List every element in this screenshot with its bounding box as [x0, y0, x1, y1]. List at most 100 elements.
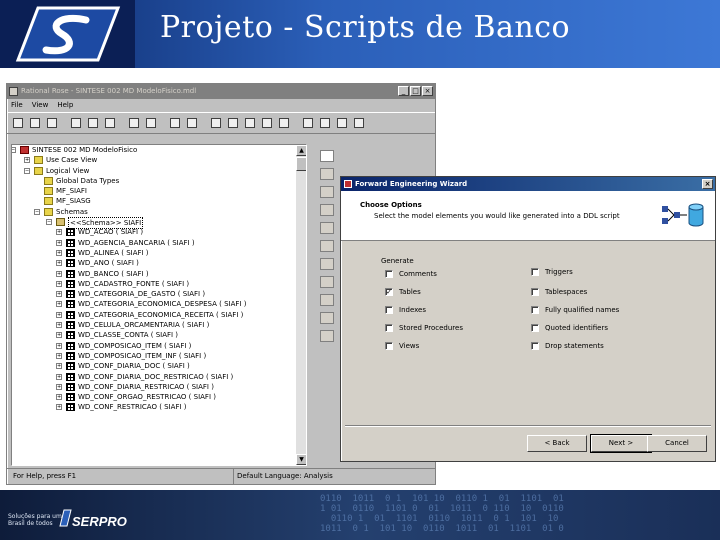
expand-icon[interactable]: +: [56, 352, 62, 359]
expand-icon[interactable]: +: [56, 404, 62, 411]
expand-icon[interactable]: +: [24, 157, 30, 164]
tree-item-global-data-types[interactable]: Global Data Types: [12, 176, 306, 186]
paste-button[interactable]: [103, 116, 117, 130]
close-button[interactable]: ×: [422, 86, 433, 96]
tree-item-table[interactable]: + WD_CONF_DIARIA_DOC ( SIAFI ): [12, 361, 306, 371]
expand-icon[interactable]: +: [56, 383, 62, 390]
tree-item-table[interactable]: + WD_CATEGORIA_DE_GASTO ( SIAFI ): [12, 289, 306, 299]
menu-view[interactable]: View: [32, 99, 49, 112]
option-stored-procedures[interactable]: Stored Procedures: [385, 322, 463, 334]
anchor-tool-icon[interactable]: [320, 204, 334, 216]
domain-tool-icon[interactable]: [320, 330, 334, 342]
tree-item-table[interactable]: + WD_BANCO ( SIAFI ): [12, 269, 306, 279]
browse-previous-button[interactable]: [277, 116, 291, 130]
expand-icon[interactable]: +: [56, 322, 62, 329]
expand-icon[interactable]: +: [56, 311, 62, 318]
expand-icon[interactable]: +: [56, 332, 62, 339]
option-comments[interactable]: Comments: [385, 268, 437, 280]
relationship-tool-icon[interactable]: [320, 276, 334, 288]
context-help-button[interactable]: [144, 116, 158, 130]
expand-icon[interactable]: +: [56, 394, 62, 401]
text-tool-icon[interactable]: [320, 168, 334, 180]
option-fully-qualified-names[interactable]: Fully qualified names: [531, 304, 619, 316]
tree-item-table[interactable]: + WD_ACAO ( SIAFI ): [12, 227, 306, 237]
zoom-in-button[interactable]: [301, 116, 315, 130]
option-views[interactable]: Views: [385, 340, 419, 352]
drop-statements-checkbox[interactable]: [531, 342, 539, 350]
collapse-icon[interactable]: −: [12, 147, 16, 153]
expand-icon[interactable]: +: [56, 239, 62, 246]
identifying-relationship-tool-icon[interactable]: [320, 294, 334, 306]
browse-interaction-button[interactable]: [209, 116, 223, 130]
new-button[interactable]: [11, 116, 25, 130]
table-tool-icon[interactable]: [320, 240, 334, 252]
expand-icon[interactable]: +: [56, 260, 62, 267]
option-tables[interactable]: ✓ Tables: [385, 286, 421, 298]
indexes-checkbox[interactable]: [385, 306, 393, 314]
browser-tree[interactable]: − SINTESE 002 MD ModeloFisico + Use Case Vi…: [11, 144, 307, 466]
tree-item-table[interactable]: + WD_CLASSE_CONTA ( SIAFI ): [12, 330, 306, 340]
collapse-icon[interactable]: −: [46, 219, 52, 226]
expand-icon[interactable]: +: [56, 301, 62, 308]
tree-item-table[interactable]: + WD_ALINEA ( SIAFI ): [12, 248, 306, 258]
tree-item-schemas[interactable]: − Schemas: [12, 207, 306, 217]
expand-icon[interactable]: +: [56, 342, 62, 349]
scroll-down-button[interactable]: ▼: [296, 454, 306, 465]
print-button[interactable]: [127, 116, 141, 130]
tree-item-table[interactable]: + WD_COMPOSICAO_ITEM ( SIAFI ): [12, 341, 306, 351]
tree-item-table[interactable]: + WD_CONF_ORGAO_RESTRICAO ( SIAFI ): [12, 392, 306, 402]
comments-checkbox[interactable]: [385, 270, 393, 278]
tree-item-mf-siasg[interactable]: MF_SIASG: [12, 196, 306, 206]
triggers-checkbox[interactable]: [531, 268, 539, 276]
tree-item-table[interactable]: + WD_CONF_DIARIA_DOC_RESTRICAO ( SIAFI ): [12, 372, 306, 382]
next-button[interactable]: Next >: [590, 434, 652, 453]
copy-button[interactable]: [86, 116, 100, 130]
back-button[interactable]: < Back: [527, 435, 587, 452]
tree-item-use-case-view[interactable]: + Use Case View: [12, 155, 306, 165]
tree-vertical-scrollbar[interactable]: ▲ ▼: [296, 145, 306, 465]
option-drop-statements[interactable]: Drop statements: [531, 340, 604, 352]
tree-item-table[interactable]: + WD_ANO ( SIAFI ): [12, 258, 306, 268]
select-tool-icon[interactable]: [320, 150, 334, 162]
save-button[interactable]: [45, 116, 59, 130]
expand-icon[interactable]: +: [56, 270, 62, 277]
view-tool-icon[interactable]: [320, 258, 334, 270]
browse-parent-button[interactable]: [260, 116, 274, 130]
browse-class-button[interactable]: [185, 116, 199, 130]
expand-icon[interactable]: +: [56, 373, 62, 380]
fully-qualified-names-checkbox[interactable]: [531, 306, 539, 314]
scroll-up-button[interactable]: ▲: [296, 145, 306, 156]
option-triggers[interactable]: Triggers: [531, 266, 573, 278]
maximize-button[interactable]: □: [410, 86, 421, 96]
expand-icon[interactable]: +: [56, 249, 62, 256]
tablespaces-checkbox[interactable]: [531, 288, 539, 296]
package-tool-icon[interactable]: [320, 222, 334, 234]
tree-item-root[interactable]: − SINTESE 002 MD ModeloFisico: [12, 145, 306, 155]
minimize-button[interactable]: _: [398, 86, 409, 96]
dependency-tool-icon[interactable]: [320, 312, 334, 324]
expand-icon[interactable]: +: [56, 363, 62, 370]
wizard-titlebar[interactable]: Forward Engineering Wizard ×: [341, 177, 715, 191]
tree-item-table[interactable]: + WD_CELULA_ORCAMENTARIA ( SIAFI ): [12, 320, 306, 330]
fit-window-button[interactable]: [335, 116, 349, 130]
option-tablespaces[interactable]: Tablespaces: [531, 286, 587, 298]
cancel-button[interactable]: Cancel: [647, 435, 707, 452]
window-button[interactable]: [168, 116, 182, 130]
tree-item-schema-siafi[interactable]: − <<Schema>> SIAFI: [12, 217, 306, 230]
undo-fit-button[interactable]: [352, 116, 366, 130]
browse-component-button[interactable]: [226, 116, 240, 130]
menu-file[interactable]: File: [11, 99, 23, 112]
cut-button[interactable]: [69, 116, 83, 130]
tree-item-table[interactable]: + WD_AGENCIA_BANCARIA ( SIAFI ): [12, 238, 306, 248]
expand-icon[interactable]: +: [56, 291, 62, 298]
note-tool-icon[interactable]: [320, 186, 334, 198]
tables-checkbox[interactable]: ✓: [385, 288, 393, 296]
wizard-close-button[interactable]: ×: [702, 179, 713, 189]
tree-item-table[interactable]: + WD_CATEGORIA_ECONOMICA_RECEITA ( SIAFI …: [12, 310, 306, 320]
tree-item-table[interactable]: + WD_CATEGORIA_ECONOMICA_DESPESA ( SIAFI …: [12, 299, 306, 309]
collapse-icon[interactable]: −: [24, 167, 30, 174]
views-checkbox[interactable]: [385, 342, 393, 350]
rose-titlebar[interactable]: Rational Rose - SINTESE 002 MD ModeloFis…: [7, 84, 435, 99]
open-button[interactable]: [28, 116, 42, 130]
menu-help[interactable]: Help: [57, 99, 73, 112]
